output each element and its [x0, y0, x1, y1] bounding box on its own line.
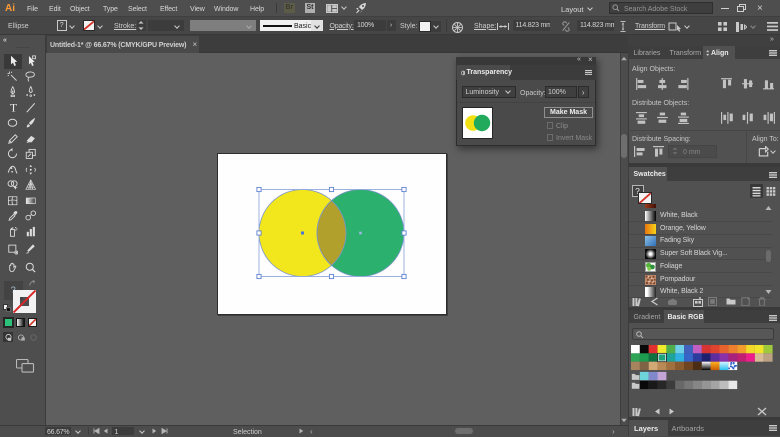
svg-text:T: T [10, 102, 17, 113]
